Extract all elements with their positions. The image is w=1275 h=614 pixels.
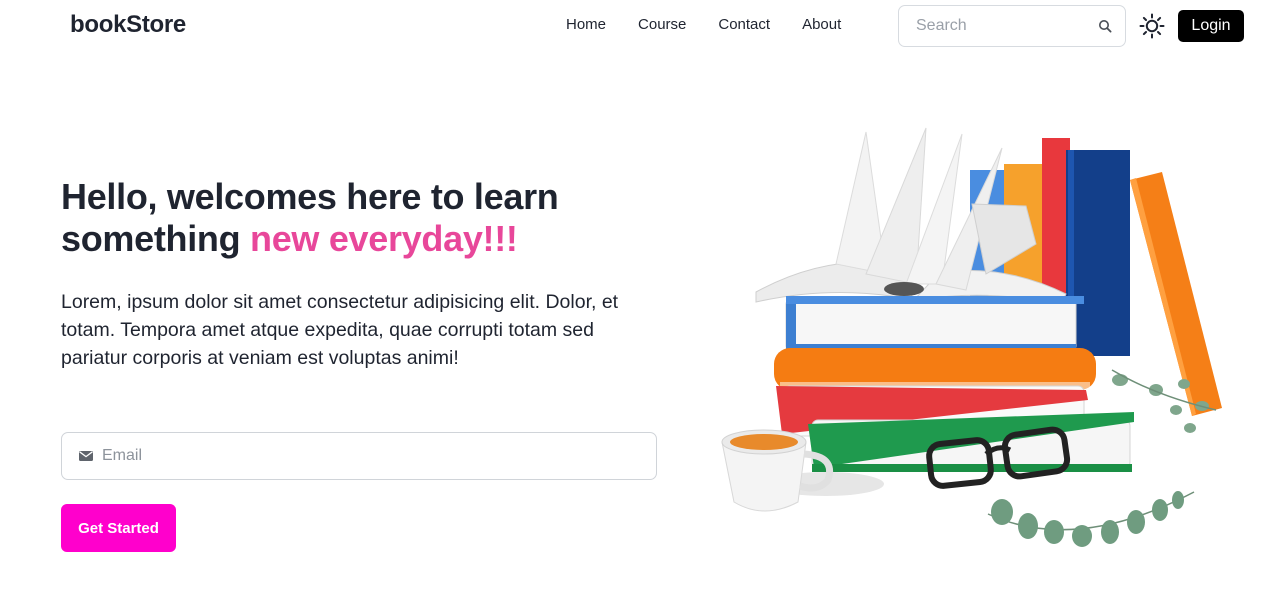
nav-links: Home Course Contact About <box>566 16 873 33</box>
search-icon[interactable] <box>1098 19 1112 33</box>
nav-link-course[interactable]: Course <box>638 16 686 33</box>
email-field <box>61 432 657 480</box>
hero-title-accent: new everyday!!! <box>250 218 518 259</box>
search-box <box>898 5 1126 47</box>
envelope-icon <box>79 451 93 461</box>
books-illustration <box>721 127 1222 547</box>
hero-description: Lorem, ipsum dolor sit amet consectetur … <box>61 291 619 369</box>
sun-icon[interactable] <box>1138 12 1166 40</box>
search-input[interactable] <box>900 7 1090 45</box>
brand-logo[interactable]: bookStore <box>70 11 186 39</box>
hero-title: Hello, welcomes here to learn something … <box>61 176 681 260</box>
nav-link-home[interactable]: Home <box>566 16 606 33</box>
login-button[interactable]: Login <box>1178 10 1244 42</box>
nav-link-about[interactable]: About <box>802 16 841 33</box>
navbar: bookStore Home Course Contact About Logi… <box>0 0 1275 52</box>
get-started-button[interactable]: Get Started <box>61 504 176 552</box>
email-input[interactable] <box>102 434 642 478</box>
nav-link-contact[interactable]: Contact <box>718 16 770 33</box>
